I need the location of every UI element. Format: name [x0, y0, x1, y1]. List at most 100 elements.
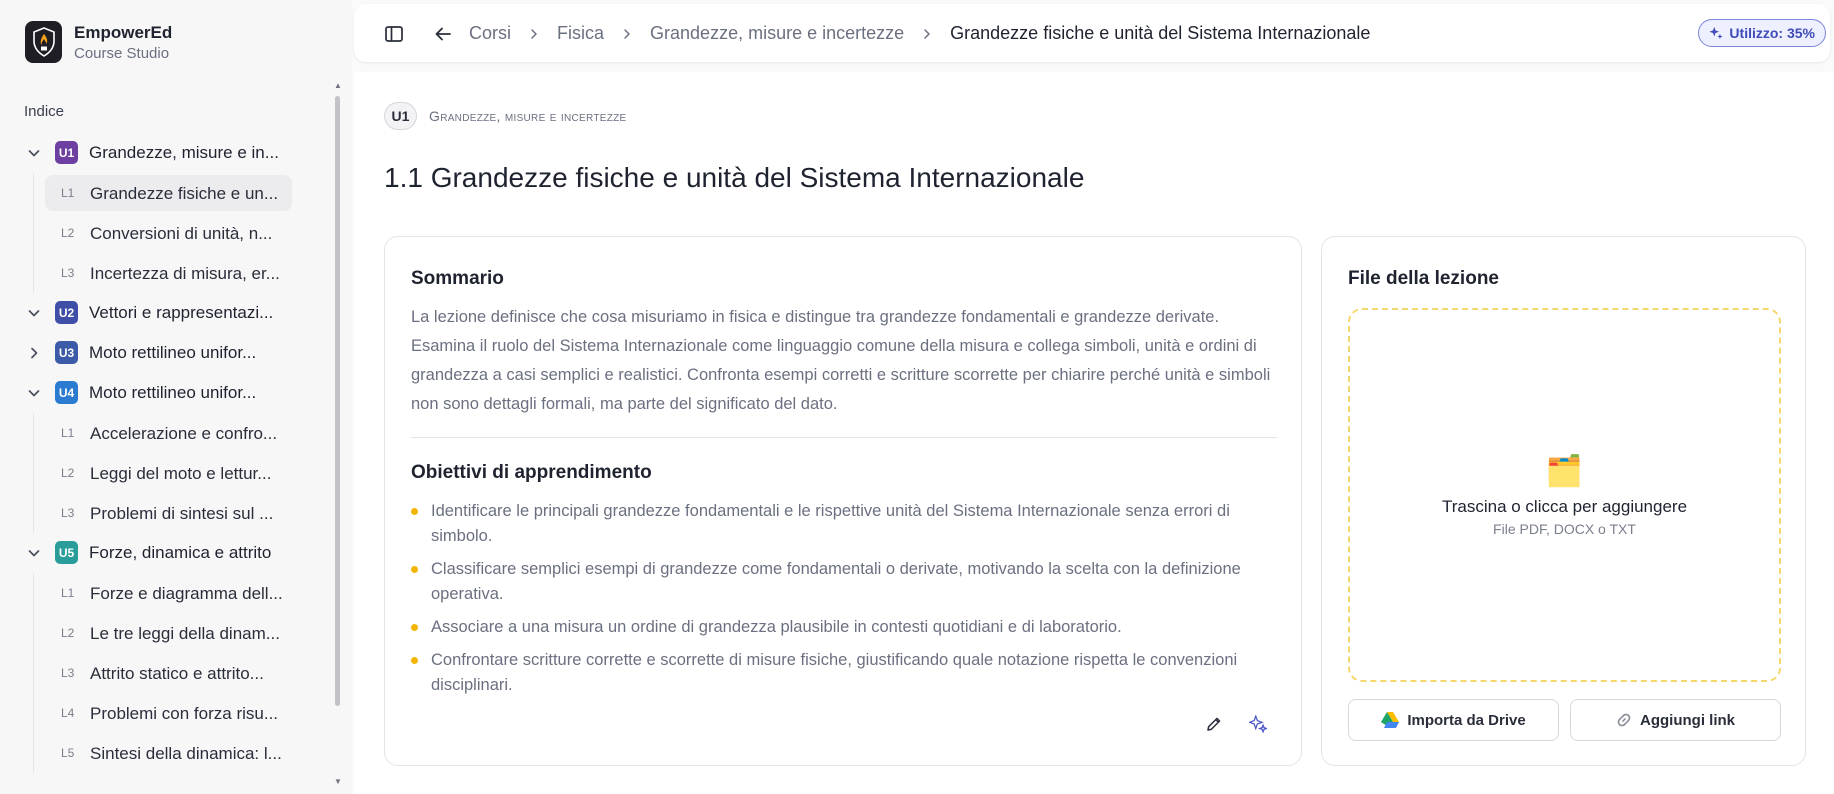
add-link-label: Aggiungi link — [1640, 711, 1735, 729]
chevron-right-icon — [921, 28, 933, 40]
import-drive-button[interactable]: Importa da Drive — [1348, 699, 1559, 741]
lesson-list: L1 Grandezze fisiche e un... L2 Conversioni… — [0, 173, 330, 293]
sidebar-unit-label: Grandezze, misure e in... — [89, 143, 279, 162]
dropzone-title: Trascina o clicca per aggiungere — [1441, 496, 1688, 516]
sidebar-unit-label: Moto rettilineo unifor... — [89, 343, 257, 362]
objective-text: Identificare le principali grandezze fon… — [431, 502, 1230, 545]
usage-badge[interactable]: Utilizzo: 35% — [1698, 19, 1826, 47]
page-title: 1.1 Grandezze fisiche e unità del Sistem… — [384, 162, 1085, 193]
sidebar-unit-u4[interactable]: U4 Moto rettilineo unifor... — [0, 373, 330, 413]
chevron-down-icon[interactable] — [26, 385, 42, 401]
scrollbar-thumb[interactable] — [335, 96, 340, 706]
add-link-button[interactable]: Aggiungi link — [1570, 699, 1781, 741]
sidebar-lesson-label: Conversioni di unità, n... — [90, 224, 273, 243]
objective-text: Classificare semplici esempi di grandezz… — [431, 560, 1241, 603]
sidebar-lesson-u1-l1[interactable]: L1 Grandezze fisiche e un... — [0, 173, 330, 213]
bullet-dot — [411, 566, 418, 573]
unit-code-badge: U3 — [55, 341, 78, 364]
sidebar-lesson-label: Problemi di sintesi sul ... — [90, 504, 274, 523]
sidebar-lesson-u1-l3[interactable]: L3 Incertezza di misura, er... — [0, 253, 330, 293]
brand[interactable]: EmpowerEd Course Studio — [25, 21, 172, 63]
chevron-right-icon[interactable] — [26, 345, 42, 361]
usage-label: Utilizzo: 35% — [1729, 25, 1815, 41]
sidebar-unit-u1[interactable]: U1 Grandezze, misure e in... — [0, 133, 330, 173]
objective-text: Associare a una misura un ordine di gran… — [431, 618, 1122, 636]
objectives-heading: Obiettivi di apprendimento — [411, 462, 652, 483]
sidebar-lesson-u5-l4[interactable]: L4 Problemi con forza risu... — [0, 693, 330, 733]
sidebar-lesson-u4-l1[interactable]: L1 Accelerazione e confro... — [0, 413, 330, 453]
sidebar-lesson-u5-l2[interactable]: L2 Le tre leggi della dinam... — [0, 613, 330, 653]
unit-badge: U1 — [384, 102, 417, 130]
sidebar-unit-u5[interactable]: U5 Forze, dinamica e attrito — [0, 533, 330, 573]
objective-item: Confrontare scritture corrette e scorret… — [411, 648, 1281, 698]
sidebar-lesson-label: Grandezze fisiche e un... — [90, 184, 279, 203]
sidebar-scrollbar[interactable]: ▲ ▼ — [334, 80, 342, 786]
chevron-down-icon[interactable] — [26, 545, 42, 561]
ai-sparkles-icon[interactable] — [1249, 715, 1269, 735]
objective-item: Classificare semplici esempi di grandezz… — [411, 557, 1281, 607]
lesson-code: L4 — [61, 706, 75, 720]
sidebar-lesson-label: Attrito statico e attrito... — [90, 664, 264, 683]
file-dropzone[interactable]: 🗂️ Trascina o clicca per aggiungere File… — [1348, 308, 1781, 682]
sidebar-lesson-label: Sintesi della dinamica: l... — [90, 744, 282, 763]
lesson-list: L1 Forze e diagramma dell... L2 Le tre legg… — [0, 573, 330, 773]
lesson-list: L1 Accelerazione e confro... L2 Leggi del m… — [0, 413, 330, 533]
sidebar-lesson-u1-l2[interactable]: L2 Conversioni di unità, n... — [0, 213, 330, 253]
dropzone-subtitle: File PDF, DOCX o TXT — [1493, 520, 1636, 537]
course-tree: U1 Grandezze, misure e in... L1 Grandezze f… — [0, 133, 330, 773]
objective-item: Associare a una misura un ordine di gran… — [411, 615, 1281, 640]
objective-item: Identificare le principali grandezze fon… — [411, 499, 1281, 549]
sidebar-lesson-u5-l3[interactable]: L3 Attrito statico e attrito... — [0, 653, 330, 693]
sidebar-lesson-label: Leggi del moto e lettur... — [90, 464, 272, 483]
objective-text: Confrontare scritture corrette e scorret… — [431, 651, 1238, 694]
chevron-down-icon[interactable] — [26, 305, 42, 321]
chevron-down-icon[interactable] — [26, 145, 42, 161]
lesson-code: L3 — [61, 506, 75, 520]
sidebar-unit-u3[interactable]: U3 Moto rettilineo unifor... — [0, 333, 330, 373]
bullet-dot — [411, 508, 418, 515]
unit-code-badge: U1 — [55, 141, 78, 164]
lesson-code: L2 — [61, 466, 75, 480]
sidebar-lesson-u5-l1[interactable]: L1 Forze e diagramma dell... — [0, 573, 330, 613]
unit-code-badge: U5 — [55, 541, 78, 564]
lesson-code: L2 — [61, 226, 75, 240]
bullet-dot — [411, 624, 418, 631]
divider — [411, 437, 1277, 438]
brand-name: EmpowerEd — [74, 22, 173, 42]
sidebar-lesson-label: Forze e diagramma dell... — [90, 584, 283, 603]
sidebar-unit-u2[interactable]: U2 Vettori e rappresentazi... — [0, 293, 330, 333]
google-drive-icon — [1381, 712, 1400, 728]
lesson-code: L3 — [61, 266, 75, 280]
lesson-code: L1 — [61, 426, 75, 440]
unit-code-badge: U2 — [55, 301, 78, 324]
summary-heading: Sommario — [411, 268, 504, 289]
summary-card: Sommario La lezione definisce che cosa m… — [384, 236, 1302, 766]
scroll-up-icon[interactable]: ▲ — [334, 82, 342, 90]
sidebar-toggle-icon[interactable] — [384, 24, 404, 44]
breadcrumb-item[interactable]: Corsi — [469, 23, 511, 44]
unit-title: Grandezze, misure e incertezze — [429, 108, 627, 124]
lesson-content: U1 Grandezze, misure e incertezze 1.1 Gr… — [354, 72, 1834, 794]
index-label: Indice — [24, 103, 65, 120]
summary-text: La lezione definisce che cosa misuriamo … — [411, 308, 1271, 413]
lesson-code: L5 — [61, 746, 75, 760]
sidebar: EmpowerEd Course Studio Indice U1 Grandez… — [0, 0, 352, 794]
edit-pencil-icon[interactable] — [1205, 715, 1225, 735]
top-bar: Corsi Fisica Grandezze, misure e incertezz… — [354, 4, 1830, 62]
scroll-down-icon[interactable]: ▼ — [334, 778, 342, 786]
breadcrumb-item[interactable]: Grandezze, misure e incertezze — [650, 23, 904, 44]
link-icon — [1617, 713, 1631, 727]
sidebar-unit-label: Vettori e rappresentazi... — [89, 303, 274, 322]
sidebar-lesson-label: Le tre leggi della dinam... — [90, 624, 280, 643]
breadcrumb-item[interactable]: Fisica — [557, 23, 604, 44]
sidebar-lesson-u4-l3[interactable]: L3 Problemi di sintesi sul ... — [0, 493, 330, 533]
back-arrow-icon[interactable] — [433, 24, 453, 44]
sidebar-lesson-u4-l2[interactable]: L2 Leggi del moto e lettur... — [0, 453, 330, 493]
sidebar-unit-label: Moto rettilineo unifor... — [89, 383, 257, 402]
files-card: File della lezione 🗂️ Trascina o clicca … — [1321, 236, 1806, 766]
lesson-code: L3 — [61, 666, 75, 680]
bullet-dot — [411, 657, 418, 664]
sidebar-lesson-u5-l5[interactable]: L5 Sintesi della dinamica: l... — [0, 733, 330, 773]
lesson-code: L1 — [61, 586, 75, 600]
objectives-list: Identificare le principali grandezze fon… — [411, 499, 1281, 706]
